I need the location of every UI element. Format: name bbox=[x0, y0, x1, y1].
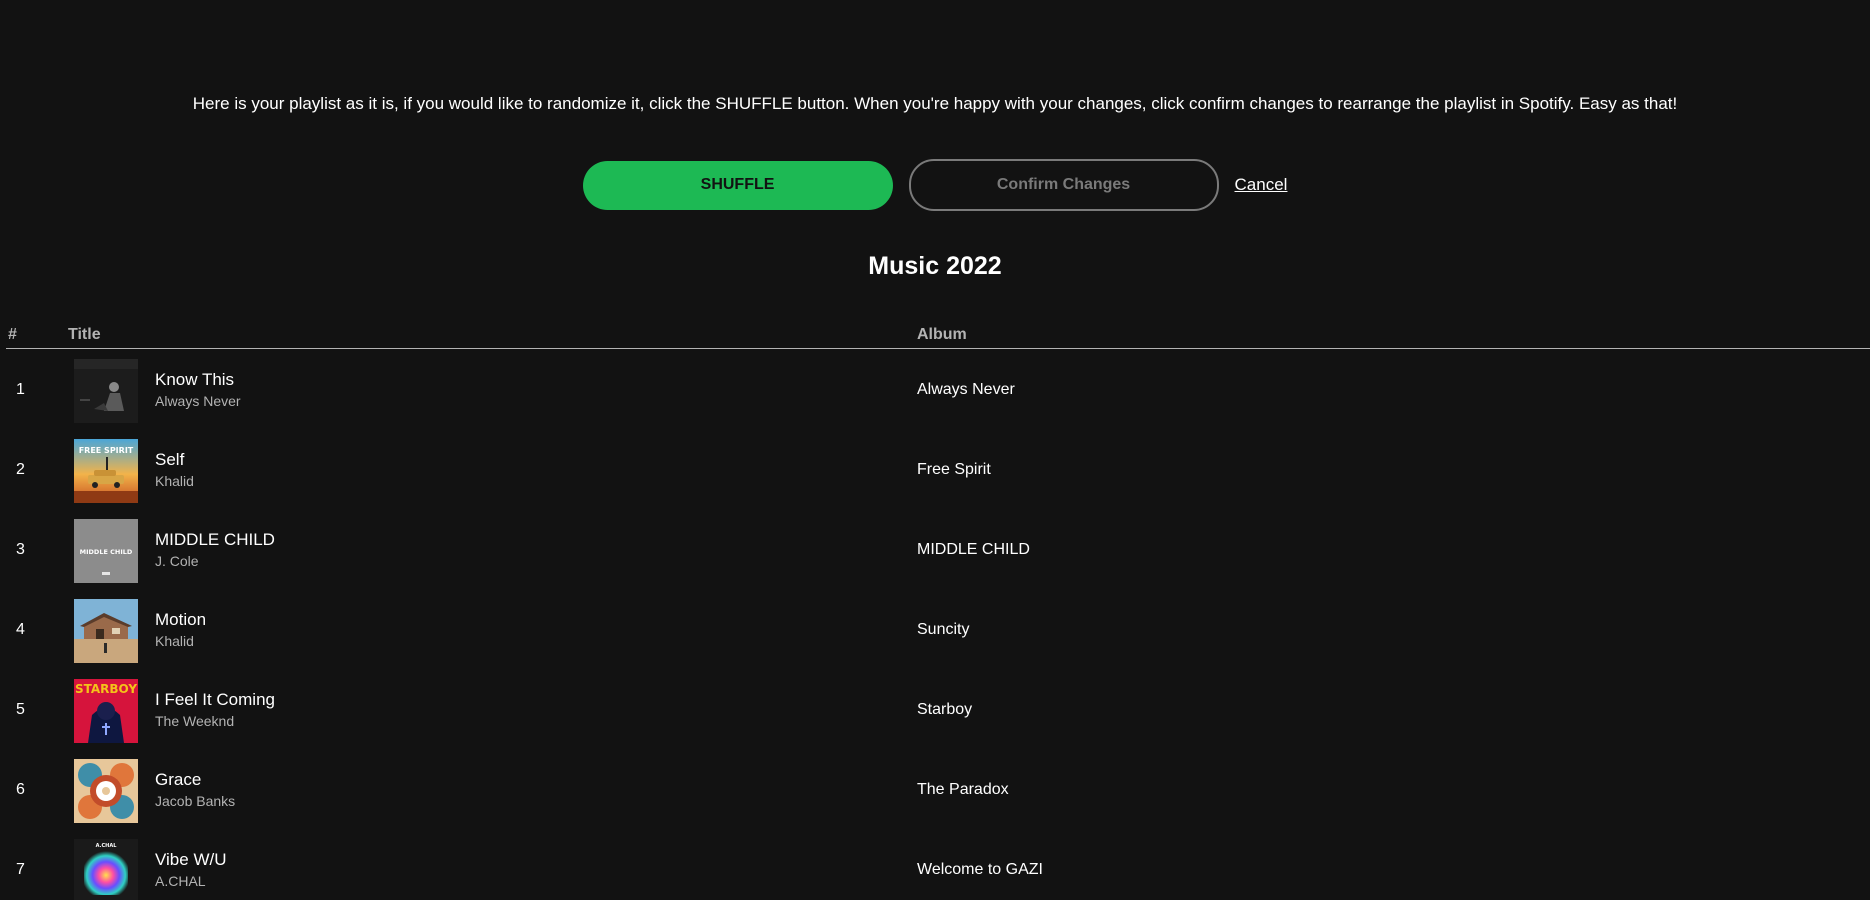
track-number: 4 bbox=[16, 621, 25, 638]
track-row[interactable]: 6 Grace Jacob Banks The Paradox bbox=[0, 755, 1870, 835]
track-number: 3 bbox=[16, 541, 25, 558]
track-artist: J. Cole bbox=[155, 553, 199, 569]
column-header-number: # bbox=[8, 326, 17, 343]
column-header-title: Title bbox=[68, 326, 101, 343]
track-title: Know This bbox=[155, 370, 235, 389]
album-cover-mandala-icon bbox=[74, 759, 138, 823]
track-row[interactable]: 4 Motion Khalid Suncity bbox=[0, 595, 1870, 675]
track-artist: A.CHAL bbox=[155, 873, 206, 889]
track-artist: Khalid bbox=[155, 473, 194, 489]
track-number: 2 bbox=[16, 461, 25, 478]
track-row[interactable]: 7 A.CHAL Vibe W/U A.CHAL Welcome to GAZI bbox=[0, 835, 1870, 900]
track-album: Always Never bbox=[917, 381, 1015, 398]
track-artist: The Weeknd bbox=[155, 713, 235, 729]
playlist-shuffle-page: Here is your playlist as it is, if you w… bbox=[0, 0, 1870, 900]
track-row[interactable]: 3 MIDDLE CHILD MIDDLE CHILD J. Cole MIDD… bbox=[0, 515, 1870, 595]
track-row[interactable]: 1 Know This Always Never Always Never bbox=[0, 355, 1870, 435]
action-bar: SHUFFLE Confirm Changes Cancel bbox=[0, 159, 1870, 211]
track-table-header: # Title Album bbox=[6, 326, 1870, 349]
track-title: MIDDLE CHILD bbox=[155, 530, 275, 549]
track-title: Vibe W/U bbox=[155, 850, 227, 869]
cover-text: FREE SPIRIT bbox=[79, 446, 134, 455]
track-row[interactable]: 2 FREE SPIRIT Self Khalid Free Spirit bbox=[0, 435, 1870, 515]
shuffle-button[interactable]: SHUFFLE bbox=[582, 160, 893, 210]
track-title: Grace bbox=[155, 770, 202, 789]
cancel-link[interactable]: Cancel bbox=[1235, 175, 1288, 195]
track-artist: Always Never bbox=[155, 393, 241, 409]
track-album: Welcome to GAZI bbox=[917, 861, 1043, 878]
cover-text: STARBOY bbox=[75, 682, 137, 696]
track-album: MIDDLE CHILD bbox=[917, 541, 1030, 558]
track-artist: Khalid bbox=[155, 633, 194, 649]
album-cover-dark-figure-icon bbox=[74, 359, 138, 423]
track-artist: Jacob Banks bbox=[155, 793, 236, 809]
confirm-changes-button[interactable]: Confirm Changes bbox=[908, 159, 1219, 211]
album-cover-starboy-icon: STARBOY bbox=[74, 679, 138, 743]
track-row[interactable]: 5 STARBOY I Feel It Coming The Weeknd St… bbox=[0, 675, 1870, 755]
track-album: Free Spirit bbox=[917, 461, 991, 478]
track-title: I Feel It Coming bbox=[155, 690, 275, 709]
track-album: Suncity bbox=[917, 621, 970, 638]
track-title: Motion bbox=[155, 610, 207, 629]
cover-text: A.CHAL bbox=[96, 843, 118, 849]
cover-text: MIDDLE CHILD bbox=[80, 548, 133, 556]
track-list: 1 Know This Always Never Always Never 2 bbox=[0, 355, 1870, 900]
column-header-album: Album bbox=[917, 326, 967, 343]
track-album: Starboy bbox=[917, 701, 973, 718]
track-number: 1 bbox=[16, 381, 25, 398]
track-number: 6 bbox=[16, 781, 25, 798]
track-number: 5 bbox=[16, 701, 25, 718]
album-cover-sunset-car-icon: FREE SPIRIT bbox=[74, 439, 138, 503]
album-cover-house-icon bbox=[74, 599, 138, 663]
playlist-title: Music 2022 bbox=[868, 252, 1002, 280]
album-cover-spectrum-icon: A.CHAL bbox=[74, 839, 138, 900]
track-number: 7 bbox=[16, 861, 25, 878]
track-title: Self bbox=[155, 450, 185, 469]
intro-text: Here is your playlist as it is, if you w… bbox=[192, 94, 1678, 113]
track-album: The Paradox bbox=[917, 781, 1009, 798]
album-cover-gray-text-icon: MIDDLE CHILD bbox=[74, 519, 138, 583]
